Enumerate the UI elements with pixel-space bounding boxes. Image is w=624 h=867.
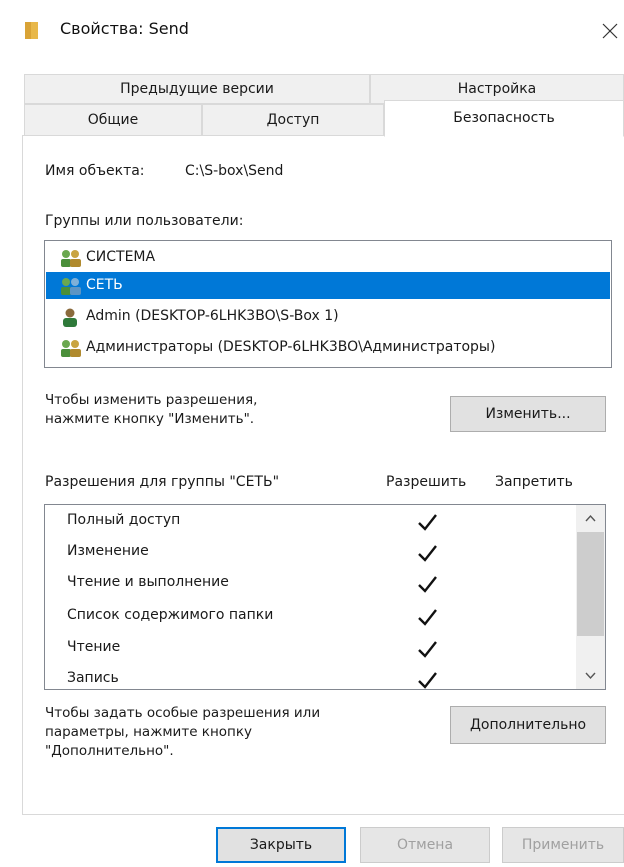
list-item-network[interactable]: СЕТЬ [46, 272, 610, 299]
permissions-list[interactable]: Полный доступ Изменение Чтение и выполне… [44, 504, 606, 690]
group-icon [61, 250, 81, 267]
tab-sharing[interactable]: Доступ [202, 104, 384, 136]
tab-general[interactable]: Общие [24, 104, 202, 136]
advanced-hint-line1: Чтобы задать особые разрешения или [45, 705, 321, 721]
chevron-up-icon [585, 514, 596, 522]
scroll-thumb[interactable] [577, 532, 604, 636]
permission-row: Список содержимого папки [45, 601, 575, 633]
checkmark-icon [418, 609, 437, 626]
permission-row: Полный доступ [45, 506, 575, 538]
list-item-label: СИСТЕМА [86, 249, 156, 265]
tab-label: Настройка [457, 81, 537, 97]
list-item-label: Администраторы (DESKTOP-6LHK3BO\Админист… [86, 339, 496, 355]
permission-name: Изменение [67, 543, 149, 559]
permission-row: Чтение [45, 633, 575, 665]
tab-label: Безопасность [453, 110, 555, 126]
list-item-label: СЕТЬ [86, 277, 123, 293]
window-title: Свойства: Send [60, 19, 189, 38]
apply-button[interactable]: Применить [502, 827, 624, 863]
checkmark-icon [418, 514, 437, 531]
scroll-down-button[interactable] [576, 663, 605, 689]
checkmark-icon [418, 576, 437, 593]
group-icon [61, 340, 81, 357]
permissions-header: Разрешения для группы "СЕТЬ" [45, 474, 280, 490]
folder-icon [25, 22, 38, 39]
permission-name: Список содержимого папки [67, 607, 274, 623]
change-hint-line2: нажмите кнопку "Изменить". [45, 411, 255, 427]
permission-name: Запись [67, 670, 119, 686]
list-item-admin[interactable]: Admin (DESKTOP-6LHK3BO\S-Box 1) [46, 303, 610, 330]
groups-label: Группы или пользователи: [45, 213, 244, 229]
change-button[interactable]: Изменить... [450, 396, 606, 432]
groups-users-list[interactable]: СИСТЕМА СЕТЬ Admin (DESKTOP-6LHK3BO\S-Bo… [44, 240, 612, 368]
scroll-up-button[interactable] [576, 505, 605, 531]
tab-previous-versions[interactable]: Предыдущие версии [24, 74, 370, 104]
list-item-label: Admin (DESKTOP-6LHK3BO\S-Box 1) [86, 308, 339, 324]
object-path: C:\S-box\Send [185, 163, 284, 179]
permission-row: Запись [45, 664, 575, 689]
tab-label: Предыдущие версии [120, 81, 274, 97]
user-icon [63, 308, 77, 327]
list-item-administrators[interactable]: Администраторы (DESKTOP-6LHK3BO\Админист… [46, 334, 610, 361]
advanced-hint-line3: "Дополнительно". [45, 743, 174, 759]
close-icon [602, 23, 618, 39]
close-dialog-button[interactable]: Закрыть [216, 827, 346, 863]
tab-security[interactable]: Безопасность [384, 100, 624, 137]
deny-column-header: Запретить [495, 474, 573, 490]
close-window-button[interactable] [594, 14, 624, 48]
permission-name: Чтение [67, 639, 121, 655]
checkmark-icon [418, 545, 437, 562]
cancel-button[interactable]: Отмена [360, 827, 490, 863]
list-item-system[interactable]: СИСТЕМА [46, 244, 610, 271]
permission-row: Чтение и выполнение [45, 568, 575, 600]
properties-dialog: Свойства: Send Предыдущие версии Настрой… [0, 0, 624, 867]
tab-label: Доступ [266, 112, 320, 128]
change-hint-line1: Чтобы изменить разрешения, [45, 392, 258, 408]
title-bar[interactable]: Свойства: Send [0, 0, 624, 58]
checkmark-icon [418, 672, 437, 689]
object-name-label: Имя объекта: [45, 163, 145, 179]
permission-row: Изменение [45, 537, 575, 569]
permissions-scrollbar[interactable] [576, 505, 605, 689]
group-icon [61, 278, 81, 295]
tab-label: Общие [87, 112, 139, 128]
checkmark-icon [418, 641, 437, 658]
permission-name: Полный доступ [67, 512, 181, 528]
advanced-hint-line2: параметры, нажмите кнопку [45, 724, 252, 740]
advanced-button[interactable]: Дополнительно [450, 706, 606, 744]
allow-column-header: Разрешить [386, 474, 467, 490]
chevron-down-icon [585, 672, 596, 680]
permission-name: Чтение и выполнение [67, 574, 229, 590]
